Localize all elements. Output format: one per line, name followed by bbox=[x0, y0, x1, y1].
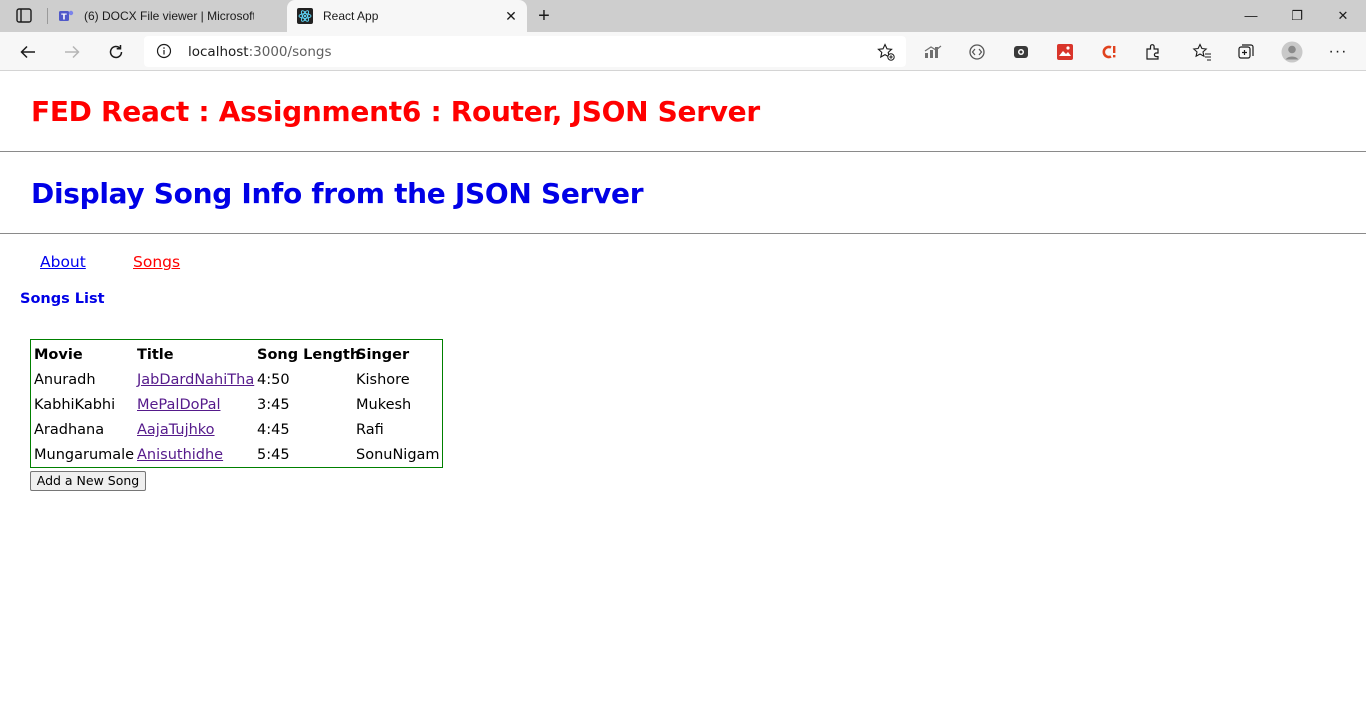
table-cell-length: 4:45 bbox=[257, 422, 290, 438]
page-content: FED React : Assignment6 : Router, JSON S… bbox=[0, 71, 1366, 728]
restore-icon[interactable]: ❐ bbox=[1274, 0, 1320, 32]
table-cell-length: 4:50 bbox=[257, 372, 290, 388]
songs-table: Movie Title Song Length Singer Anuradh J… bbox=[30, 339, 443, 468]
nav-link-songs[interactable]: Songs bbox=[133, 253, 180, 271]
react-icon bbox=[297, 8, 313, 24]
tab-react-app[interactable]: React App ✕ bbox=[287, 0, 527, 32]
forward-icon[interactable] bbox=[60, 40, 84, 64]
minimize-icon[interactable]: — bbox=[1228, 0, 1274, 32]
svg-text:T: T bbox=[61, 13, 67, 22]
tab-label: (6) DOCX File viewer | Microsoft Teams bbox=[84, 9, 254, 23]
performance-icon[interactable] bbox=[921, 40, 945, 64]
url-path: :3000/songs bbox=[248, 44, 332, 60]
song-title-link[interactable]: JabDardNahiTha bbox=[137, 371, 254, 389]
songs-list-heading: Songs List bbox=[20, 291, 105, 307]
page-subtitle: Display Song Info from the JSON Server bbox=[31, 177, 644, 210]
new-tab-icon[interactable]: + bbox=[533, 5, 555, 27]
code-extension-icon[interactable] bbox=[965, 40, 989, 64]
browser-toolbar: localhost:3000/songs ··· bbox=[0, 32, 1366, 71]
back-icon[interactable] bbox=[16, 40, 40, 64]
more-icon[interactable]: ··· bbox=[1326, 40, 1350, 64]
teams-icon: T bbox=[59, 10, 74, 22]
collections-icon[interactable] bbox=[1234, 40, 1258, 64]
c-extension-icon[interactable] bbox=[1097, 40, 1121, 64]
tab-bar: T (6) DOCX File viewer | Microsoft Teams… bbox=[0, 0, 1366, 32]
screenshot-extension-icon[interactable] bbox=[1009, 40, 1033, 64]
add-favorite-icon[interactable] bbox=[876, 42, 896, 62]
table-cell-movie: Aradhana bbox=[34, 422, 105, 438]
table-cell-movie: Anuradh bbox=[34, 372, 96, 388]
divider bbox=[0, 233, 1366, 234]
song-title-link[interactable]: Anisuthidhe bbox=[137, 446, 223, 464]
song-title-link[interactable]: AajaTujhko bbox=[137, 421, 215, 439]
column-header-movie: Movie bbox=[34, 347, 83, 363]
column-header-singer: Singer bbox=[356, 347, 410, 363]
table-cell-singer: Kishore bbox=[356, 372, 410, 388]
divider bbox=[0, 151, 1366, 152]
url-host: localhost bbox=[188, 44, 249, 60]
window-close-icon[interactable]: ✕ bbox=[1320, 0, 1366, 32]
table-cell-movie: Mungarumale bbox=[34, 447, 135, 463]
column-header-title: Title bbox=[137, 347, 174, 363]
close-tab-icon[interactable]: ✕ bbox=[503, 8, 519, 24]
url-text[interactable]: localhost:3000/songs bbox=[188, 44, 332, 60]
add-song-button[interactable]: Add a New Song bbox=[30, 471, 146, 491]
table-cell-length: 5:45 bbox=[257, 447, 290, 463]
picture-extension-icon[interactable] bbox=[1053, 40, 1077, 64]
profile-icon[interactable] bbox=[1280, 40, 1304, 64]
address-bar[interactable]: localhost:3000/songs bbox=[144, 36, 906, 67]
favorites-icon[interactable] bbox=[1190, 40, 1214, 64]
song-title-link[interactable]: MePalDoPal bbox=[137, 396, 220, 414]
table-cell-singer: Rafi bbox=[356, 422, 384, 438]
table-cell-length: 3:45 bbox=[257, 397, 290, 413]
table-cell-singer: Mukesh bbox=[356, 397, 412, 413]
tab-actions-icon[interactable] bbox=[12, 7, 36, 25]
tab-label: React App bbox=[323, 9, 379, 23]
tab-teams[interactable]: T (6) DOCX File viewer | Microsoft Teams bbox=[48, 0, 284, 32]
table-cell-singer: SonuNigam bbox=[356, 447, 440, 463]
nav-link-about[interactable]: About bbox=[40, 253, 86, 271]
table-cell-movie: KabhiKabhi bbox=[34, 397, 116, 413]
page-title: FED React : Assignment6 : Router, JSON S… bbox=[31, 95, 760, 128]
column-header-song-length: Song Length bbox=[257, 347, 361, 363]
info-icon[interactable] bbox=[156, 43, 172, 59]
extensions-icon[interactable] bbox=[1141, 40, 1165, 64]
refresh-icon[interactable] bbox=[104, 40, 128, 64]
